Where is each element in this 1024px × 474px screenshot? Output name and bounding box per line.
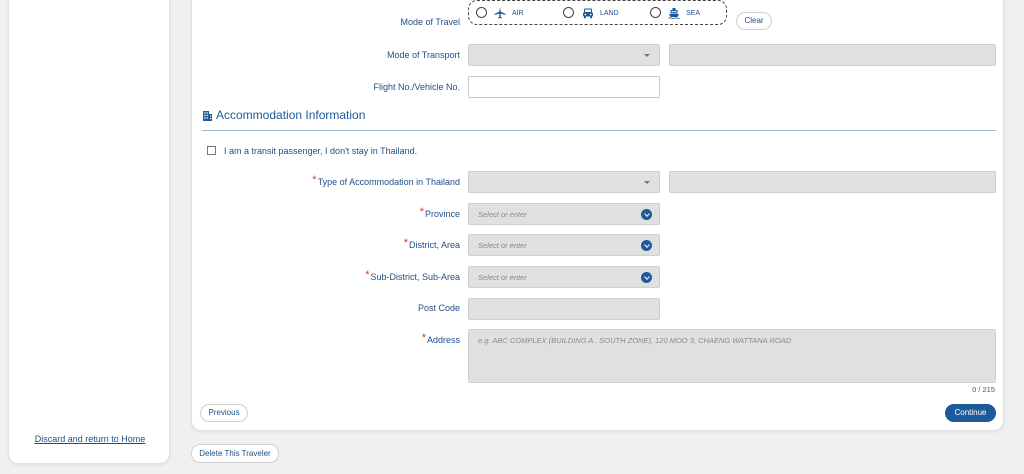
district-label: *District, Area bbox=[403, 237, 460, 250]
required-mark: * bbox=[312, 174, 317, 186]
radio-air[interactable] bbox=[476, 7, 487, 18]
section-divider bbox=[202, 130, 996, 131]
plane-icon bbox=[494, 7, 506, 19]
flight-vehicle-input[interactable] bbox=[468, 76, 660, 98]
mode-of-transport-select[interactable] bbox=[468, 44, 660, 66]
accommodation-section-title: Accommodation Information bbox=[216, 108, 366, 122]
required-mark: * bbox=[365, 269, 370, 281]
mode-of-travel-label: Mode of Travel bbox=[400, 17, 460, 27]
mode-of-transport-other-input[interactable] bbox=[669, 44, 996, 66]
transit-passenger-label[interactable]: I am a transit passenger, I don't stay i… bbox=[224, 146, 417, 156]
discard-and-return-home-link[interactable]: Discard and return to Home bbox=[9, 434, 171, 444]
ship-icon bbox=[668, 8, 680, 19]
chevron-down-icon bbox=[641, 272, 652, 283]
dropdown-caret-icon bbox=[644, 54, 650, 57]
building-icon bbox=[203, 111, 212, 121]
delete-traveler-button[interactable]: Delete This Traveler bbox=[191, 444, 279, 463]
radio-land[interactable] bbox=[563, 7, 574, 18]
dropdown-caret-icon bbox=[644, 181, 650, 184]
subdistrict-label: *Sub-District, Sub-Area bbox=[365, 269, 460, 282]
province-label: *Province bbox=[419, 206, 460, 219]
accommodation-type-other-input[interactable] bbox=[669, 171, 996, 193]
province-placeholder: Select or enter bbox=[478, 210, 527, 219]
mode-of-transport-label: Mode of Transport bbox=[386, 50, 460, 60]
subdistrict-select[interactable]: Select or enter bbox=[468, 266, 660, 288]
traveler-form-card: Mode of Travel AIR LAND SEA Clear Mode o… bbox=[191, 0, 1004, 431]
chevron-down-icon bbox=[641, 240, 652, 251]
province-select[interactable]: Select or enter bbox=[468, 203, 660, 225]
subdistrict-placeholder: Select or enter bbox=[478, 273, 527, 282]
continue-button[interactable]: Continue bbox=[945, 404, 996, 422]
flight-vehicle-label: Flight No./Vehicle No. bbox=[373, 82, 460, 92]
left-sidebar-panel: Discard and return to Home bbox=[8, 0, 170, 464]
mode-label-sea: SEA bbox=[686, 10, 701, 17]
transit-passenger-checkbox[interactable] bbox=[207, 146, 216, 155]
radio-sea[interactable] bbox=[650, 7, 661, 18]
required-mark: * bbox=[419, 206, 424, 218]
car-icon bbox=[583, 8, 593, 19]
mode-of-travel-radio-group: AIR LAND SEA bbox=[468, 0, 727, 25]
previous-button[interactable]: Previous bbox=[200, 404, 248, 422]
address-placeholder: e.g. ABC COMPLEX (BUILDING A . SOUTH ZON… bbox=[478, 336, 792, 345]
accommodation-type-select[interactable] bbox=[468, 171, 660, 193]
district-placeholder: Select or enter bbox=[478, 241, 527, 250]
district-select[interactable]: Select or enter bbox=[468, 234, 660, 256]
accommodation-type-label: *Type of Accommodation in Thailand bbox=[312, 174, 460, 187]
address-char-counter: 0 / 215 bbox=[972, 385, 995, 394]
postcode-input[interactable] bbox=[468, 298, 660, 320]
postcode-label: Post Code bbox=[417, 303, 460, 313]
required-mark: * bbox=[403, 237, 408, 249]
chevron-down-icon bbox=[641, 209, 652, 220]
address-label: *Address bbox=[421, 332, 460, 345]
required-mark: * bbox=[421, 332, 426, 344]
clear-button[interactable]: Clear bbox=[736, 12, 772, 30]
mode-label-land: LAND bbox=[600, 10, 619, 17]
mode-label-air: AIR bbox=[512, 10, 524, 17]
address-textarea[interactable]: e.g. ABC COMPLEX (BUILDING A . SOUTH ZON… bbox=[468, 329, 996, 383]
